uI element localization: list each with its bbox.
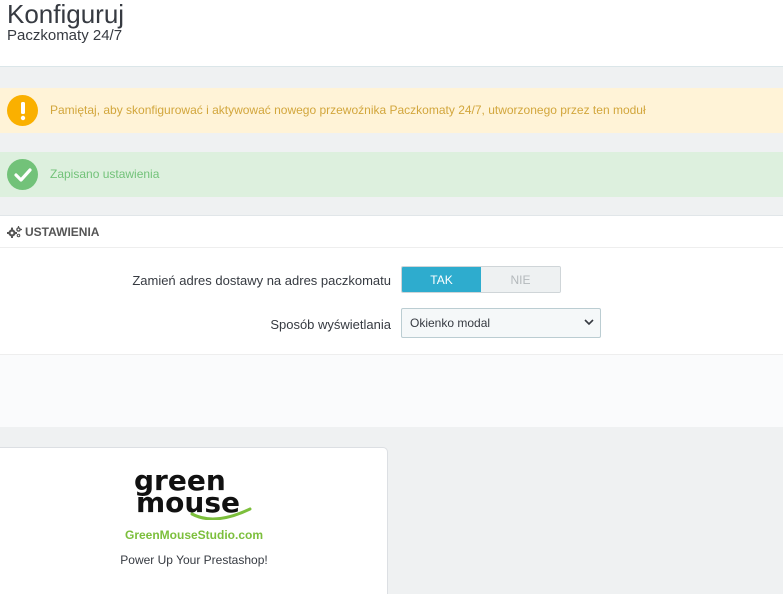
chevron-down-icon bbox=[584, 319, 594, 326]
settings-panel-footer bbox=[0, 354, 783, 427]
success-alert: Zapisano ustawienia bbox=[0, 152, 783, 197]
page-subtitle: Paczkomaty 24/7 bbox=[7, 27, 123, 44]
address-swap-switch[interactable]: TAK NIE bbox=[401, 266, 561, 293]
promo-box: green mouse GreenMouseStudio.com Power U… bbox=[0, 447, 388, 594]
page-header: Konfiguruj Paczkomaty 24/7 bbox=[0, 0, 783, 67]
settings-panel: USTAWIENIA Zamień adres dostawy na adres… bbox=[0, 215, 783, 427]
warning-alert: Pamiętaj, aby skonfigurować i aktywować … bbox=[0, 88, 783, 133]
logo-word-mouse: mouse bbox=[136, 486, 240, 519]
checkmark-icon bbox=[7, 159, 38, 190]
address-swap-label: Zamień adres dostawy na adres paczkomatu bbox=[132, 273, 391, 288]
exclamation-icon bbox=[7, 95, 38, 126]
display-mode-value: Okienko modal bbox=[410, 316, 491, 330]
greenmouse-link[interactable]: GreenMouseStudio.com bbox=[0, 528, 388, 542]
settings-panel-title: USTAWIENIA bbox=[25, 224, 100, 239]
switch-option-yes[interactable]: TAK bbox=[402, 267, 481, 292]
cogs-icon bbox=[7, 225, 22, 238]
display-mode-select[interactable]: Okienko modal bbox=[401, 308, 601, 338]
page-title: Konfiguruj bbox=[7, 0, 125, 29]
success-alert-text: Zapisano ustawienia bbox=[50, 167, 160, 181]
display-mode-label: Sposób wyświetlania bbox=[270, 317, 391, 332]
settings-panel-heading: USTAWIENIA bbox=[0, 216, 783, 248]
greenmouse-logo: green mouse bbox=[134, 464, 252, 520]
promo-tagline: Power Up Your Prestashop! bbox=[120, 553, 268, 567]
warning-alert-text: Pamiętaj, aby skonfigurować i aktywować … bbox=[50, 103, 646, 117]
switch-option-no[interactable]: NIE bbox=[481, 267, 560, 292]
